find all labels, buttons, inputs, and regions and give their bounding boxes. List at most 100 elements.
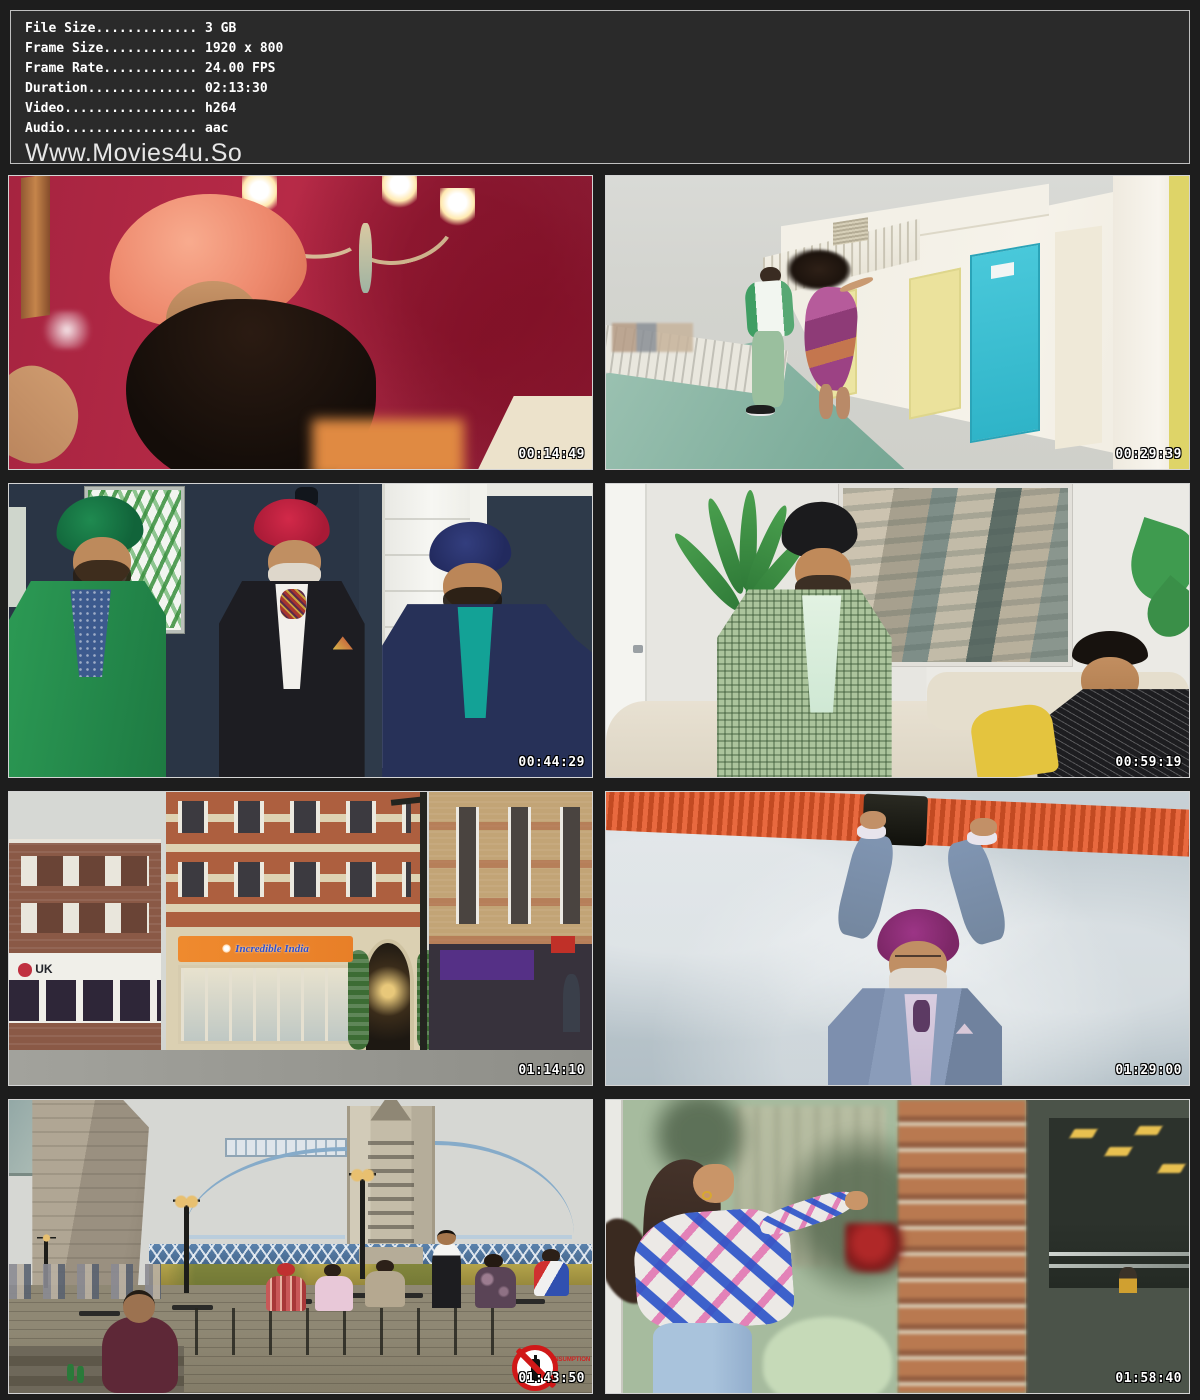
tower-windows (368, 1141, 415, 1246)
info-row-frame-size: Frame Size............ 1920 x 800 (25, 39, 1189, 59)
storefront-windows (9, 980, 161, 1021)
timecode-stamp: 00:44:29 (518, 756, 585, 770)
man-maroon-sweater (102, 1317, 178, 1393)
chrome-rail (1049, 1252, 1189, 1256)
gripping-hand (970, 818, 996, 836)
yellow-cushion (969, 701, 1060, 778)
thrown-red-flowers (845, 1223, 909, 1273)
green-bottles (67, 1364, 74, 1382)
smoke-puff (38, 311, 96, 349)
preview-sheet: { "colors": { "page_background": "#1d1d1… (0, 0, 1200, 1400)
window-row (21, 856, 149, 885)
wall-frame-sliver (9, 507, 26, 607)
dark-window (1049, 1118, 1189, 1288)
ceiling-light (1134, 1126, 1162, 1135)
ceiling-sliver (487, 484, 592, 496)
man-plaid-shirt (266, 1276, 307, 1311)
tie (913, 1000, 930, 1032)
info-row-file-size: File Size............. 3 GB (25, 19, 1189, 39)
info-value: aac (197, 121, 228, 136)
timecode-stamp: 01:29:00 (1115, 1064, 1182, 1078)
timecode-stamp: 01:14:10 (518, 1064, 585, 1078)
timecode-stamp: 01:58:40 (1115, 1372, 1182, 1386)
gripping-hand (860, 811, 886, 829)
sneaker (746, 405, 775, 417)
info-row-video: Video................. h264 (25, 99, 1189, 119)
screenshot-4: 00:59:19 (605, 483, 1190, 778)
timecode-stamp: 00:14:49 (518, 448, 585, 462)
window-row (178, 862, 411, 897)
restaurant-sign: Incredible India (178, 936, 353, 962)
waiter (432, 1244, 461, 1308)
dot-leader: ............. (95, 21, 197, 36)
lamp-post (184, 1205, 189, 1293)
dot-leader: .............. (88, 81, 198, 96)
window-row (21, 903, 149, 932)
window-row (446, 807, 580, 924)
hand (845, 1191, 868, 1210)
screenshot-2: 00:29:39 (605, 175, 1190, 470)
distant-town (612, 323, 694, 352)
info-value: 1920 x 800 (197, 41, 283, 56)
pale-door (1055, 225, 1102, 448)
restaurant-windows (178, 965, 353, 1044)
suspension-cable (435, 1141, 575, 1235)
sage-pants (752, 331, 784, 407)
candle-flame (382, 175, 417, 211)
red-turban-small (277, 1263, 294, 1276)
screenshot-6: 01:29:00 (605, 791, 1190, 1086)
arched-doorway (362, 939, 414, 1050)
man-beige-hoodie (365, 1271, 406, 1306)
candle-flame (440, 188, 475, 229)
yellow-wall-edge (1169, 176, 1189, 469)
chandelier-stem (359, 223, 372, 293)
screenshot-1: 00:14:49 (8, 175, 593, 470)
yellow-door (909, 267, 961, 419)
paisley-cravat (280, 589, 306, 618)
pavement (9, 1050, 592, 1085)
window-row (178, 801, 411, 833)
purple-sign (440, 950, 533, 979)
pedestrian (563, 974, 580, 1033)
timecode-stamp: 01:43:50 (518, 1372, 585, 1386)
info-label: Frame Rate (25, 61, 103, 76)
face-profile (693, 1164, 734, 1202)
woman-leg (836, 387, 850, 419)
cafe-chairs (161, 1308, 511, 1355)
person-in-window (1119, 1267, 1136, 1293)
lamp-head (173, 1194, 199, 1209)
saffron-shoulder (312, 419, 464, 470)
screenshot-3: 00:44:29 (8, 483, 593, 778)
screenshot-grid: 00:14:49 00:29:39 (8, 175, 1192, 1394)
info-label: Frame Size (25, 41, 103, 56)
info-row-duration: Duration.............. 02:13:30 (25, 79, 1189, 99)
screenshot-7: ALCOHOL CONSUMPTION IS INJURIOUS TO HEAL… (8, 1099, 593, 1394)
red-logo (551, 936, 574, 954)
site-watermark: Www.Movies4u.So (25, 140, 1189, 164)
chrome-rail (1049, 1264, 1189, 1268)
restaurant-sign-text: Incredible India (235, 943, 309, 955)
info-label: Duration (25, 81, 88, 96)
woman-floral-dress (475, 1267, 516, 1308)
info-row-frame-rate: Frame Rate............ 24.00 FPS (25, 59, 1189, 79)
flying-hair (787, 249, 851, 290)
blurred-brick-pillar (898, 1100, 1026, 1393)
shop-sign-text: UK (35, 962, 52, 976)
track-jacket (744, 280, 794, 339)
timecode-stamp: 00:59:19 (1115, 756, 1182, 770)
door-handle (633, 645, 643, 653)
light-blue-jeans (653, 1323, 752, 1393)
flower-icon (222, 944, 231, 953)
info-label: File Size (25, 21, 95, 36)
info-label: Video (25, 101, 64, 116)
lamp-head (349, 1167, 375, 1182)
pale-green-planter (763, 1317, 891, 1394)
street-lamp-pole (420, 792, 427, 1050)
screenshot-5: UK Incredible India 01:14:10 (8, 791, 593, 1086)
info-value: 24.00 FPS (197, 61, 275, 76)
dot-leader: ............ (103, 61, 197, 76)
man-colorful-jacket (534, 1261, 569, 1296)
info-value: 02:13:30 (197, 81, 267, 96)
screenshot-8: 01:58:40 (605, 1099, 1190, 1394)
glasses (895, 955, 942, 964)
